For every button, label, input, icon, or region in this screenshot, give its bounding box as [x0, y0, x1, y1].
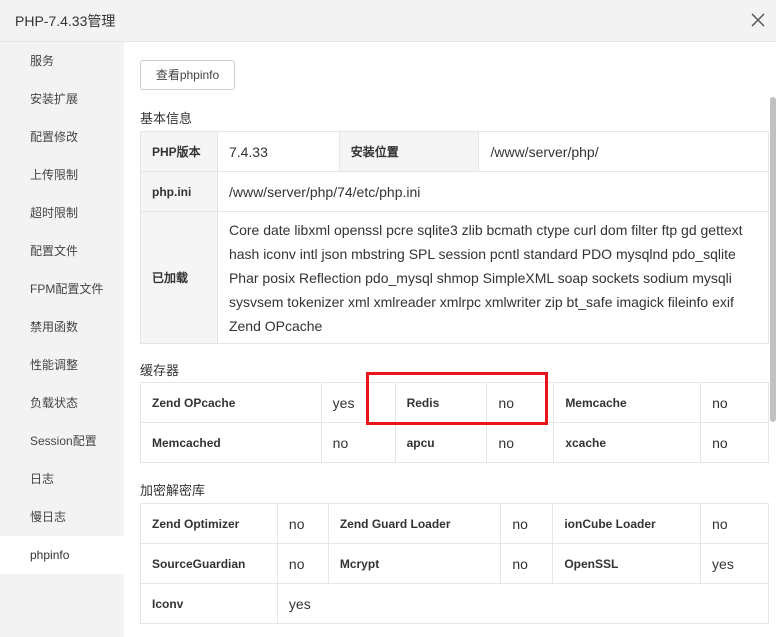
- cache-status: yes: [320, 382, 396, 423]
- sidebar-item-session[interactable]: Session配置: [0, 422, 124, 460]
- crypto-status: no: [276, 543, 329, 584]
- sidebar: 服务 安装扩展 配置修改 上传限制 超时限制 配置文件 FPM配置文件 禁用函数…: [0, 42, 124, 637]
- cache-status: no: [700, 422, 769, 463]
- php-ini-label: php.ini: [140, 171, 218, 212]
- sidebar-item-timeout-limit[interactable]: 超时限制: [0, 194, 124, 232]
- cache-name: Memcached: [140, 422, 322, 463]
- php-version-value: 7.4.33: [216, 131, 340, 172]
- cache-status: no: [486, 422, 555, 463]
- crypto-status: no: [500, 543, 554, 584]
- crypto-status: yes: [276, 583, 770, 624]
- crypto-name: Iconv: [140, 583, 278, 624]
- cache-name: Zend OPcache: [140, 382, 322, 423]
- install-path-label: 安装位置: [338, 131, 480, 172]
- crypto-status: no: [700, 503, 769, 544]
- section-title-cache: 缓存器: [140, 363, 180, 378]
- cache-name: xcache: [553, 422, 702, 463]
- crypto-status: no: [276, 503, 329, 544]
- table-row: php.ini /www/server/php/74/etc/php.ini: [140, 171, 770, 212]
- basic-info-table: PHP版本 7.4.33 安装位置 /www/server/php/ php.i…: [140, 131, 770, 344]
- window-titlebar: PHP-7.4.33管理: [0, 0, 776, 42]
- cache-status: no: [486, 382, 555, 423]
- crypto-name: Zend Optimizer: [140, 503, 278, 544]
- window-title: PHP-7.4.33管理: [15, 13, 116, 29]
- table-row: Zend Optimizer no Zend Guard Loader no i…: [140, 503, 769, 544]
- scrollbar[interactable]: [770, 97, 776, 422]
- php-version-label: PHP版本: [140, 131, 218, 172]
- sidebar-item-service[interactable]: 服务: [0, 42, 124, 80]
- cache-table: Zend OPcache yes Redis no Memcache no Me…: [140, 382, 769, 463]
- table-row: Memcached no apcu no xcache no: [140, 422, 769, 463]
- table-row: SourceGuardian no Mcrypt no OpenSSL yes: [140, 543, 769, 584]
- sidebar-item-upload-limit[interactable]: 上传限制: [0, 156, 124, 194]
- table-row: 已加载 Core date libxml openssl pcre sqlite…: [140, 211, 770, 344]
- sidebar-item-performance[interactable]: 性能调整: [0, 346, 124, 384]
- crypto-name: SourceGuardian: [140, 543, 278, 584]
- sidebar-item-fpm-config[interactable]: FPM配置文件: [0, 270, 124, 308]
- sidebar-item-phpinfo[interactable]: phpinfo: [0, 536, 124, 574]
- sidebar-item-load-status[interactable]: 负载状态: [0, 384, 124, 422]
- php-ini-value: /www/server/php/74/etc/php.ini: [216, 171, 770, 212]
- sidebar-item-disabled-functions[interactable]: 禁用函数: [0, 308, 124, 346]
- crypto-status: yes: [700, 543, 769, 584]
- crypto-status: no: [500, 503, 554, 544]
- loaded-label: 已加载: [140, 211, 218, 344]
- sidebar-item-config-modify[interactable]: 配置修改: [0, 118, 124, 156]
- sidebar-item-config-file[interactable]: 配置文件: [0, 232, 124, 270]
- section-title-basic: 基本信息: [140, 111, 193, 126]
- table-row: Zend OPcache yes Redis no Memcache no: [140, 382, 769, 423]
- cache-name: Memcache: [553, 382, 702, 423]
- install-path-value: /www/server/php/: [478, 131, 769, 172]
- cache-status: no: [700, 382, 769, 423]
- sidebar-item-install-extensions[interactable]: 安装扩展: [0, 80, 124, 118]
- cache-name: apcu: [394, 422, 488, 463]
- crypto-name: OpenSSL: [552, 543, 702, 584]
- crypto-name: Zend Guard Loader: [327, 503, 502, 544]
- crypto-name: ionCube Loader: [552, 503, 702, 544]
- loaded-extensions-value: Core date libxml openssl pcre sqlite3 zl…: [216, 211, 770, 344]
- crypto-name: Mcrypt: [327, 543, 502, 584]
- view-phpinfo-button[interactable]: 查看phpinfo: [140, 60, 235, 90]
- crypto-table: Zend Optimizer no Zend Guard Loader no i…: [140, 503, 770, 624]
- table-row: PHP版本 7.4.33 安装位置 /www/server/php/: [140, 131, 769, 172]
- sidebar-item-slow-log[interactable]: 慢日志: [0, 498, 124, 536]
- main-content: 查看phpinfo 基本信息 PHP版本 7.4.33 安装位置 /www/se…: [124, 42, 776, 637]
- table-row: Iconv yes: [140, 583, 770, 624]
- cache-status: no: [320, 422, 396, 463]
- close-icon[interactable]: [746, 8, 770, 32]
- cache-name: Redis: [394, 382, 488, 423]
- sidebar-item-log[interactable]: 日志: [0, 460, 124, 498]
- section-title-crypto: 加密解密库: [140, 483, 206, 498]
